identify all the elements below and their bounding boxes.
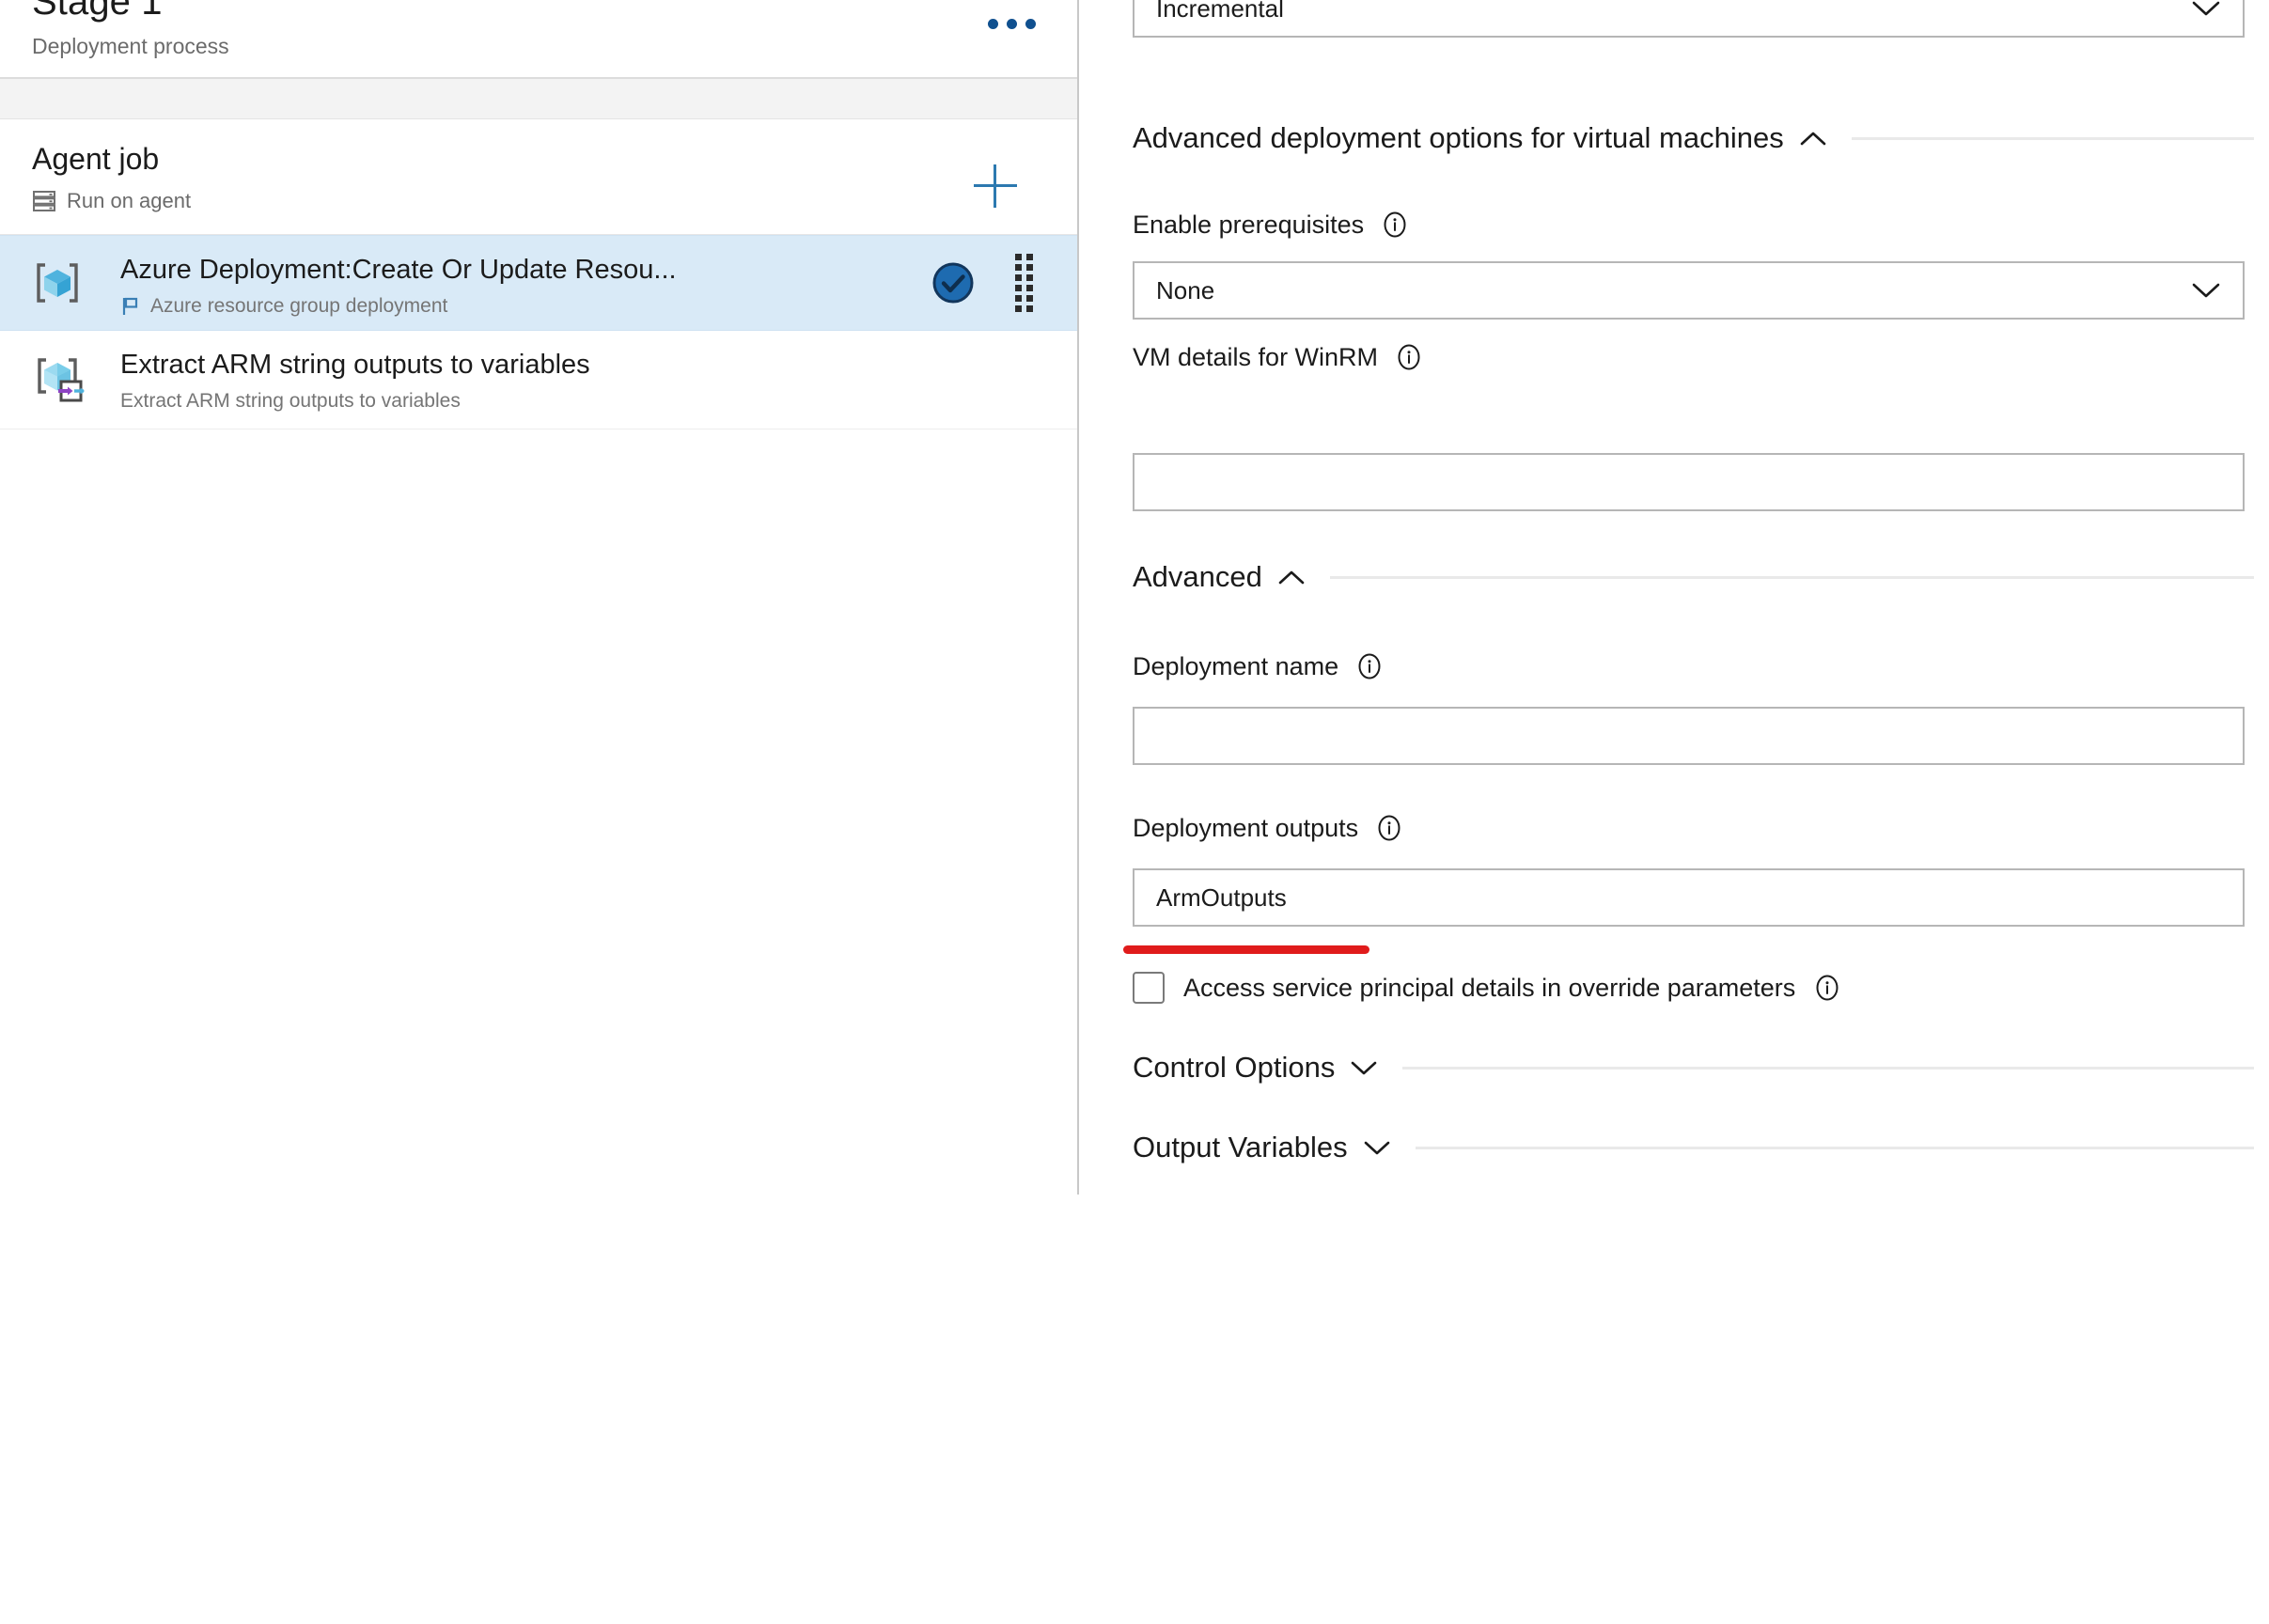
drag-dot-icon [1015, 295, 1022, 302]
chevron-up-icon [1278, 570, 1305, 586]
task-title: Azure Deployment:Create Or Update Resou.… [120, 255, 677, 285]
section-control-options-title: Control Options [1133, 1051, 1336, 1084]
task-editor-screen: Stage 1 Deployment process Agent job Run… [0, 0, 2269, 1624]
drag-dot-icon [1015, 274, 1022, 281]
drag-dot-icon [1026, 285, 1033, 291]
extract-arm-outputs-cube-icon [30, 352, 85, 407]
agent-job-meta-label: Run on agent [67, 189, 192, 212]
task-enabled-check-icon[interactable] [931, 260, 976, 305]
task-title: Extract ARM string outputs to variables [120, 350, 590, 380]
agent-job-block: Agent job Run on agent [0, 119, 1077, 235]
deployment-name-label-row: Deployment name [1133, 650, 1383, 682]
stage-subtitle: Deployment process [32, 34, 229, 58]
deployment-name-input[interactable] [1133, 707, 2245, 765]
info-icon[interactable] [1382, 211, 1408, 238]
section-divider [1329, 575, 2254, 579]
deployment-mode-select[interactable] [1133, 0, 2245, 38]
stage-more-actions-button[interactable] [984, 8, 1040, 39]
chevron-down-icon [1364, 1140, 1390, 1156]
access-service-principal-checkbox[interactable] [1133, 972, 1165, 1004]
task-row-extract-arm-outputs[interactable]: Extract ARM string outputs to variables … [0, 331, 1077, 429]
deployment-name-label: Deployment name [1133, 652, 1339, 680]
section-advanced-header[interactable]: Advanced [1133, 559, 2254, 595]
drag-dot-icon [1026, 274, 1033, 281]
task-drag-handle[interactable] [1015, 254, 1034, 312]
drag-dot-icon [1026, 254, 1033, 260]
flag-icon [120, 296, 141, 317]
tree-spacer [0, 79, 1077, 119]
deployment-mode-select-wrapper [1133, 0, 2245, 38]
azure-resource-group-cube-icon [30, 256, 85, 310]
drag-dot-icon [1026, 295, 1033, 302]
pipeline-tree-panel: Stage 1 Deployment process Agent job Run… [0, 0, 1079, 1624]
drag-dot-icon [1015, 305, 1022, 312]
chevron-down-icon [1351, 1060, 1377, 1076]
vm-details-winrm-input[interactable] [1133, 453, 2245, 511]
enable-prerequisites-label: Enable prerequisites [1133, 211, 1365, 239]
section-output-variables-title: Output Variables [1133, 1131, 1348, 1163]
section-control-options-header[interactable]: Control Options [1133, 1050, 2254, 1085]
info-icon[interactable] [1814, 975, 1840, 1001]
info-icon[interactable] [1356, 653, 1383, 679]
enable-prerequisites-select[interactable] [1133, 261, 2245, 320]
section-advanced-title: Advanced [1133, 560, 1262, 593]
task-subtitle: Extract ARM string outputs to variables [120, 390, 461, 412]
ellipsis-dot-icon [1025, 18, 1036, 29]
ellipsis-dot-icon [988, 18, 998, 29]
stage-title: Stage 1 [32, 0, 163, 23]
add-task-button[interactable] [974, 164, 1017, 208]
section-divider [1402, 1066, 2254, 1070]
deployment-outputs-input[interactable] [1133, 868, 2245, 927]
drag-dot-icon [1015, 254, 1022, 260]
deployment-outputs-label-row: Deployment outputs [1133, 812, 1402, 844]
task-row-azure-deployment[interactable]: Azure Deployment:Create Or Update Resou.… [0, 235, 1077, 331]
drag-dot-icon [1015, 264, 1022, 271]
agent-job-row[interactable]: Agent job Run on agent [0, 119, 1077, 234]
server-rack-icon [32, 189, 56, 213]
enable-prerequisites-label-row: Enable prerequisites [1133, 209, 1408, 241]
section-divider [1415, 1146, 2254, 1149]
section-advanced-vm-options-title: Advanced deployment options for virtual … [1133, 121, 1784, 154]
drag-dot-icon [1015, 285, 1022, 291]
deployment-outputs-highlight-underline [1123, 945, 1369, 954]
ellipsis-dot-icon [1007, 18, 1017, 29]
deployment-outputs-label: Deployment outputs [1133, 814, 1359, 842]
access-service-principal-checkbox-row[interactable]: Access service principal details in over… [1133, 972, 1840, 1004]
task-subtitle: Azure resource group deployment [150, 295, 448, 317]
task-settings-panel: Advanced deployment options for virtual … [1079, 0, 2269, 1195]
pipeline-tree-empty-area [0, 429, 1077, 1624]
agent-job-meta: Run on agent [32, 189, 191, 213]
section-divider [1851, 136, 2254, 140]
info-icon[interactable] [1396, 344, 1422, 370]
chevron-up-icon [1800, 131, 1826, 147]
task-subtitle-row: Azure resource group deployment [120, 294, 447, 319]
vm-details-winrm-label: VM details for WinRM [1133, 343, 1379, 371]
enable-prerequisites-select-wrapper [1133, 261, 2245, 320]
drag-dot-icon [1026, 264, 1033, 271]
section-advanced-vm-options-header[interactable]: Advanced deployment options for virtual … [1133, 120, 2254, 156]
access-service-principal-label: Access service principal details in over… [1183, 974, 1796, 1002]
vm-details-winrm-label-row: VM details for WinRM [1133, 341, 1422, 373]
task-subtitle-row: Extract ARM string outputs to variables [120, 389, 461, 414]
agent-job-name: Agent job [32, 142, 160, 176]
info-icon[interactable] [1376, 815, 1402, 841]
drag-dot-icon [1026, 305, 1033, 312]
stage-header: Stage 1 Deployment process [0, 0, 1077, 79]
section-output-variables-header[interactable]: Output Variables [1133, 1130, 2254, 1165]
